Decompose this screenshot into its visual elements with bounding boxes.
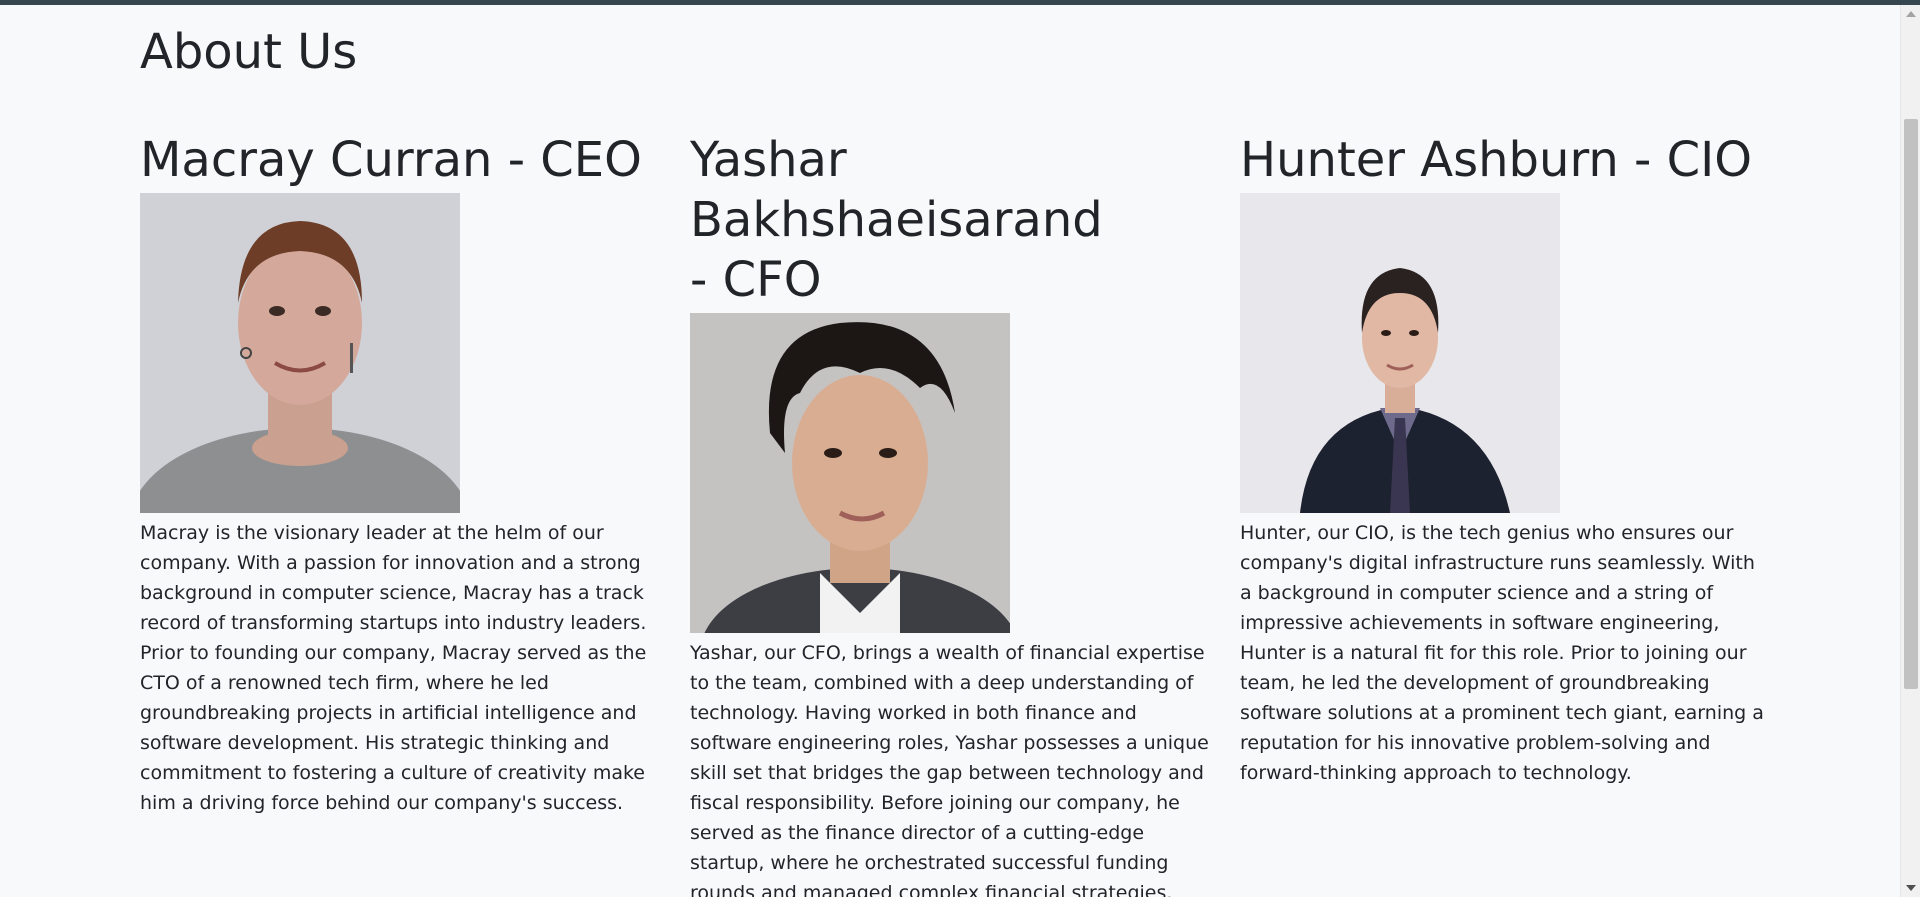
vertical-scrollbar[interactable] (1900, 5, 1920, 897)
team-members-row: Macray Curran - CEO Macray is the vision… (140, 130, 1790, 897)
member-bio: Yashar, our CFO, brings a wealth of fina… (690, 642, 1209, 897)
page-content: About Us Macray Curran - CEO Macray is t… (0, 5, 1900, 897)
member-photo (1240, 193, 1560, 513)
scrollbar-thumb[interactable] (1904, 119, 1918, 689)
member-bio: Macray is the visionary leader at the he… (140, 522, 647, 814)
member-bio: Hunter, our CIO, is the tech genius who … (1240, 522, 1764, 784)
member-photo (690, 313, 1010, 633)
member-name: Macray Curran - CEO (140, 132, 642, 188)
page-title: About Us (140, 24, 358, 80)
scroll-up-arrow-icon[interactable] (1906, 11, 1916, 17)
member-photo (140, 193, 460, 513)
member-name: Hunter Ashburn - CIO (1240, 132, 1753, 188)
team-member-card: Hunter Ashburn - CIO Hunter, our CIO, is… (1240, 130, 1790, 897)
portrait-image (140, 193, 460, 513)
portrait-image (1240, 193, 1560, 513)
member-name: Yashar Bakhshaeisarand - CFO (690, 132, 1103, 308)
portrait-image (690, 313, 1010, 633)
team-member-card: Yashar Bakhshaeisarand - CFO Yashar, our… (690, 130, 1240, 897)
scroll-down-arrow-icon[interactable] (1906, 885, 1916, 891)
team-member-card: Macray Curran - CEO Macray is the vision… (140, 130, 690, 897)
